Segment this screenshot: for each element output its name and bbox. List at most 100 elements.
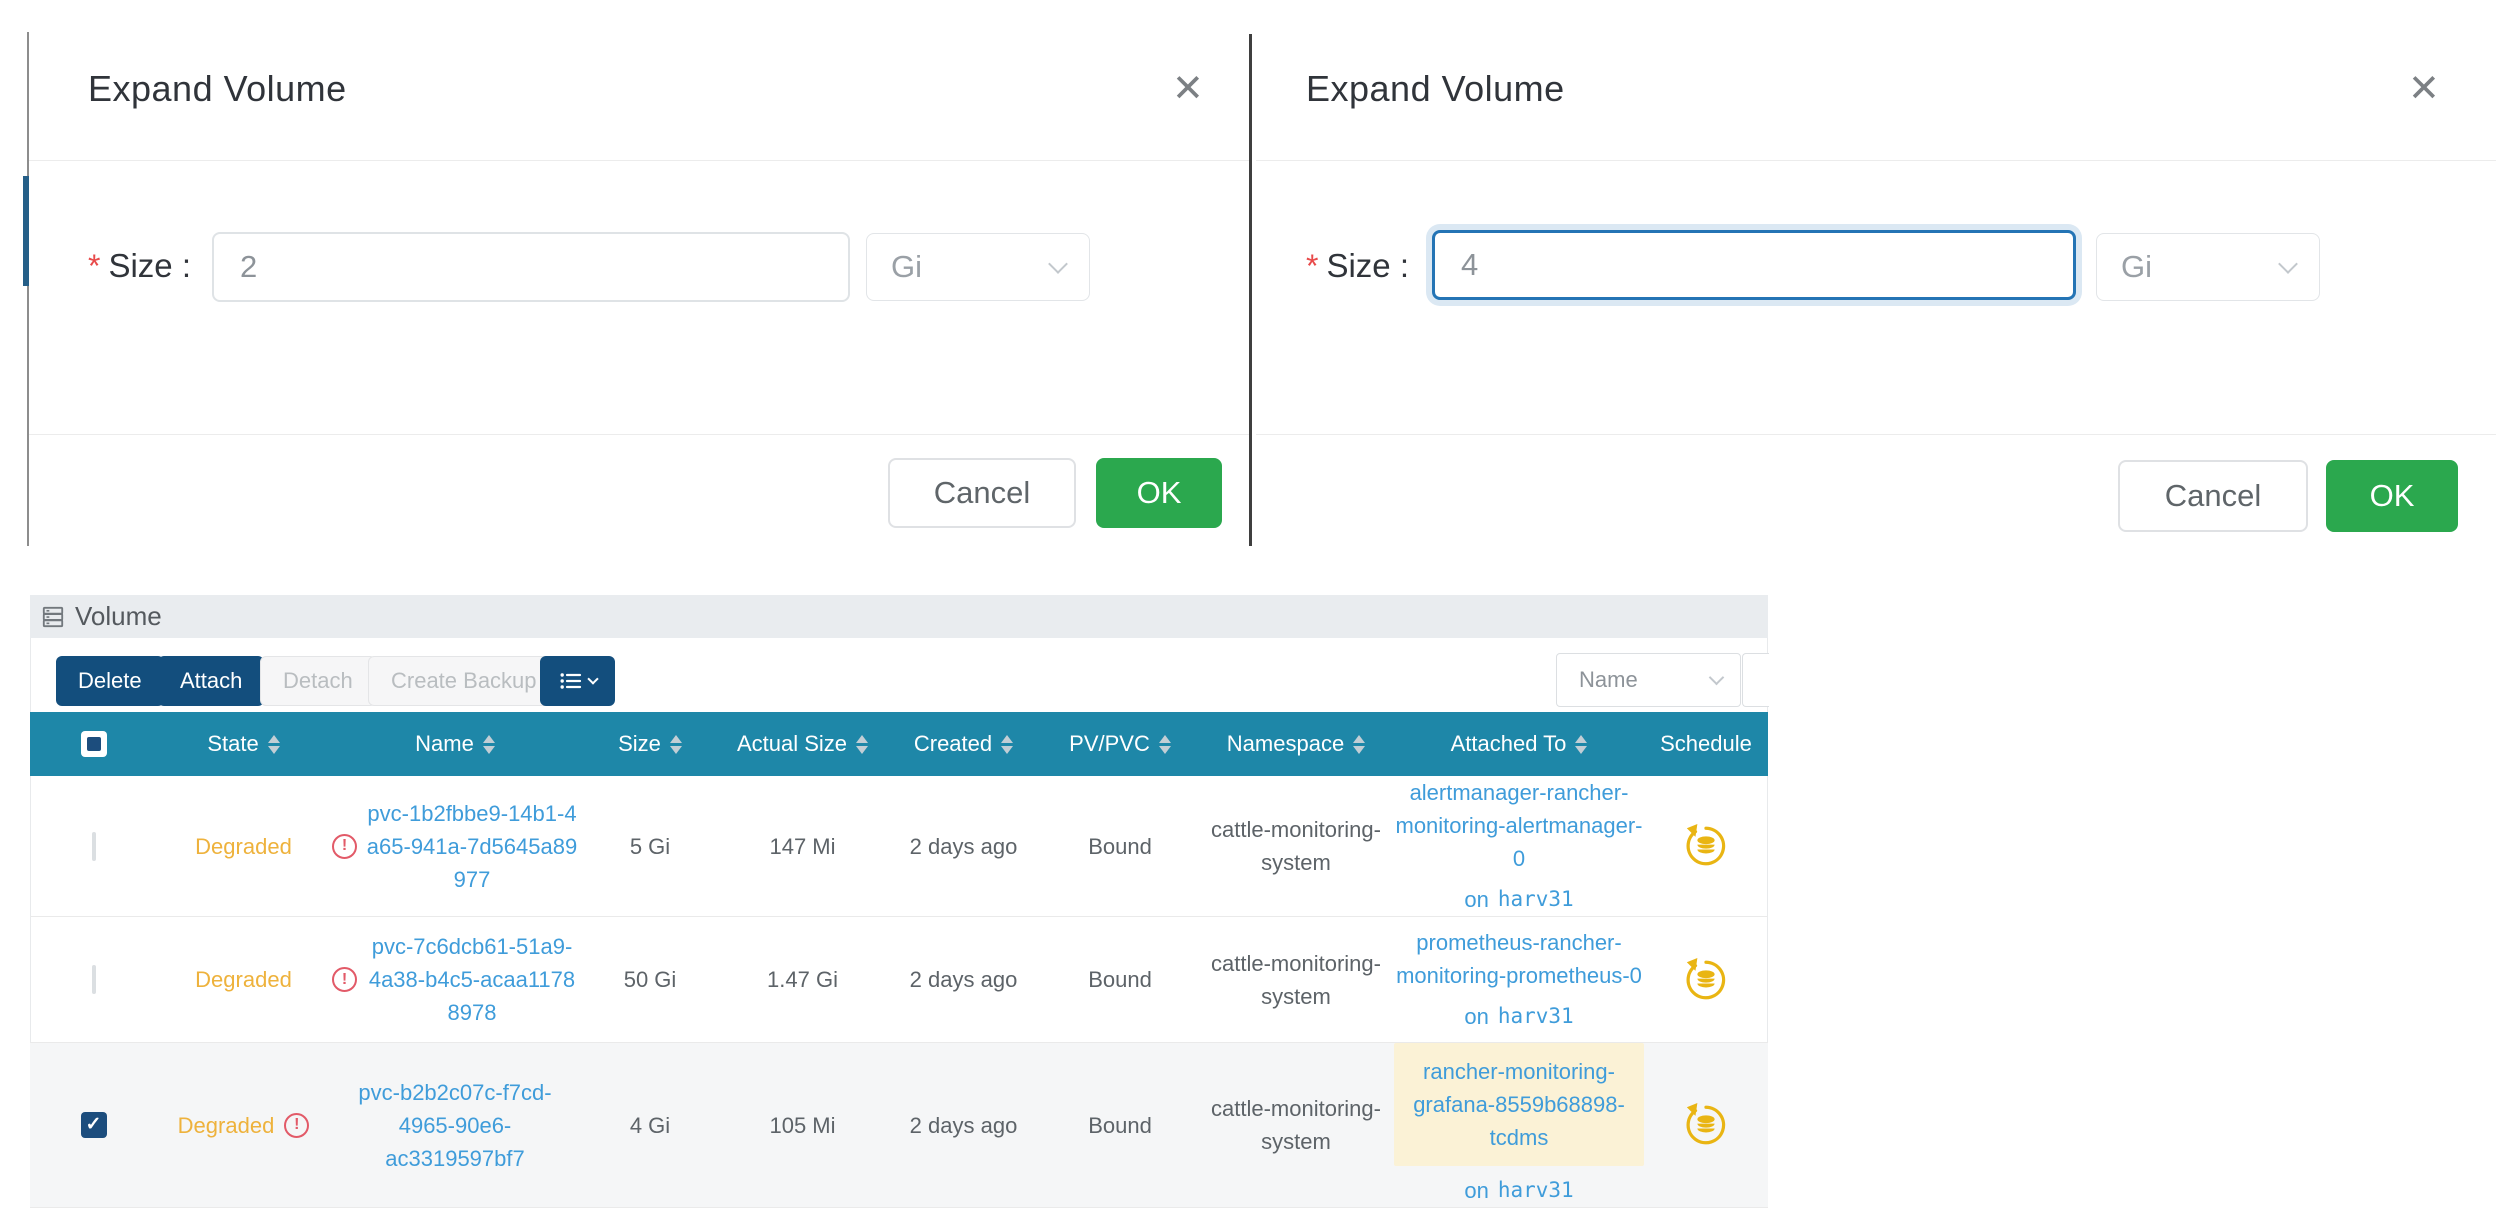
sort-icon[interactable] <box>1575 734 1588 754</box>
namespace-value: cattle-monitoring-system <box>1211 817 1381 875</box>
table-body: Degraded ! pvc-1b2fbbe9-14b1-4a65-941a-7… <box>30 776 1768 1208</box>
host-link[interactable]: harv31 <box>1498 884 1574 916</box>
filter-field-select[interactable]: Name <box>1556 653 1741 707</box>
chevron-down-icon <box>1708 669 1725 685</box>
volume-name-link[interactable]: pvc-7c6dcb61-51a9-4a38-b4c5-acaa11788978 <box>366 930 578 1029</box>
host-link[interactable]: harv31 <box>1498 1175 1574 1207</box>
table-row-selected: ✓ Degraded ! pvc-b2b2c07c-f7cd-4965-90e6… <box>30 1042 1768 1207</box>
recurring-backup-schedule-icon <box>1686 1102 1726 1145</box>
row-checkbox[interactable] <box>91 965 96 994</box>
state-badge: Degraded <box>177 1112 275 1138</box>
sort-icon[interactable] <box>1158 734 1171 754</box>
warning-icon: ! <box>332 967 357 992</box>
actual-size-value: 1.47 Gi <box>767 967 838 992</box>
column-label: Size <box>618 731 661 756</box>
table-row: Degraded ! pvc-7c6dcb61-51a9-4a38-b4c5-a… <box>30 916 1768 1042</box>
column-header-namespace[interactable]: Namespace <box>1198 731 1394 757</box>
recurring-backup-schedule-icon <box>1686 957 1726 999</box>
on-label: on <box>1464 1004 1489 1029</box>
created-value: 2 days ago <box>909 833 1018 859</box>
column-header-pv-pvc[interactable]: PV/PVC <box>1042 731 1198 757</box>
volume-stack-icon <box>42 606 64 627</box>
column-header-schedule: Schedule <box>1644 731 1768 757</box>
attached-workload-link[interactable]: prometheus-rancher-monitoring-prometheus… <box>1394 926 1644 992</box>
size-value: 5 Gi <box>629 833 671 859</box>
warning-icon: ! <box>332 833 357 859</box>
background-sliver <box>23 176 29 286</box>
close-icon[interactable]: ✕ <box>2408 70 2440 108</box>
unit-select[interactable]: Gi <box>2096 233 2320 301</box>
bulk-actions-dropdown-button[interactable] <box>540 656 615 706</box>
created-value: 2 days ago <box>909 967 1018 992</box>
pv-pvc-status: Bound <box>1088 967 1152 992</box>
size-input-focused[interactable] <box>1432 230 2076 300</box>
size-input[interactable] <box>212 232 850 302</box>
sort-icon[interactable] <box>1001 734 1014 754</box>
column-header-size[interactable]: Size <box>580 731 720 757</box>
created-value: 2 days ago <box>909 1112 1018 1138</box>
host-link[interactable]: harv31 <box>1498 1001 1574 1033</box>
attached-workload-link-highlighted[interactable]: rancher-monitoring-grafana-8559b68898-tc… <box>1394 1043 1644 1166</box>
size-label: Size : <box>1326 247 1409 284</box>
screenshot-divider <box>1249 34 1252 546</box>
unit-selected-value: Gi <box>2121 249 2152 284</box>
actual-size-value: 105 Mi <box>769 1112 836 1138</box>
chevron-down-icon <box>1048 254 1068 274</box>
column-header-attached-to[interactable]: Attached To <box>1394 731 1644 757</box>
left-crop-border <box>27 32 29 546</box>
column-header-name[interactable]: Name <box>330 731 580 757</box>
delete-button[interactable]: Delete <box>56 656 164 706</box>
column-header-created[interactable]: Created <box>885 731 1042 757</box>
close-icon[interactable]: ✕ <box>1172 70 1204 108</box>
column-header-actual-size[interactable]: Actual Size <box>720 731 885 757</box>
warning-icon: ! <box>284 1112 310 1138</box>
sort-icon[interactable] <box>669 734 682 754</box>
ok-button[interactable]: OK <box>2326 460 2458 532</box>
search-input[interactable] <box>1742 653 1769 707</box>
state-badge: Degraded <box>195 833 292 859</box>
sort-icon[interactable] <box>267 734 280 754</box>
attached-workload-link[interactable]: alertmanager-rancher-monitoring-alertman… <box>1394 776 1644 875</box>
namespace-value: cattle-monitoring-system <box>1211 1096 1381 1154</box>
dialog-footer-divider <box>1256 434 2496 435</box>
namespace-value: cattle-monitoring-system <box>1211 950 1381 1009</box>
volume-name-link[interactable]: pvc-1b2fbbe9-14b1-4a65-941a-7d5645a89977 <box>366 797 578 896</box>
size-field-row: * Size : <box>88 230 191 302</box>
column-header-state[interactable]: State <box>157 731 330 757</box>
cancel-button[interactable]: Cancel <box>2118 460 2308 532</box>
create-backup-button[interactable]: Create Backup <box>368 656 560 706</box>
column-label: Attached To <box>1450 731 1567 756</box>
required-asterisk: * <box>88 247 101 284</box>
select-all-checkbox[interactable] <box>30 731 157 757</box>
attach-button[interactable]: Attach <box>158 656 265 706</box>
list-icon <box>560 673 582 689</box>
checkbox-indeterminate[interactable] <box>80 731 107 757</box>
detach-button[interactable]: Detach <box>260 656 376 706</box>
on-label: on <box>1464 1178 1489 1203</box>
sort-icon[interactable] <box>856 734 869 754</box>
section-title: Volume <box>75 601 162 631</box>
row-checkbox-checked[interactable]: ✓ <box>80 1112 107 1138</box>
sort-icon[interactable] <box>1353 734 1366 754</box>
unit-select[interactable]: Gi <box>866 233 1090 301</box>
dialog-title: Expand Volume <box>1306 68 1565 109</box>
filter-selected-value: Name <box>1579 667 1638 692</box>
recurring-backup-schedule-icon <box>1686 823 1726 866</box>
chevron-down-icon <box>587 673 599 685</box>
column-label: PV/PVC <box>1069 731 1150 756</box>
dialog-header-divider <box>29 160 1249 161</box>
size-value: 50 Gi <box>623 967 677 992</box>
size-value: 4 Gi <box>629 1112 671 1138</box>
row-checkbox[interactable] <box>91 831 96 861</box>
column-label: Created <box>913 731 993 756</box>
dialog-title: Expand Volume <box>88 68 347 109</box>
volume-name-link[interactable]: pvc-b2b2c07c-f7cd-4965-90e6-ac3319597bf7 <box>331 1076 579 1175</box>
cancel-button[interactable]: Cancel <box>888 458 1076 528</box>
size-field-row: * Size : <box>1306 230 1409 302</box>
actual-size-value: 147 Mi <box>769 833 836 859</box>
sort-icon[interactable] <box>482 734 495 754</box>
unit-selected-value: Gi <box>891 249 922 284</box>
on-label: on <box>1464 887 1489 912</box>
ok-button[interactable]: OK <box>1096 458 1222 528</box>
required-asterisk: * <box>1306 247 1319 284</box>
